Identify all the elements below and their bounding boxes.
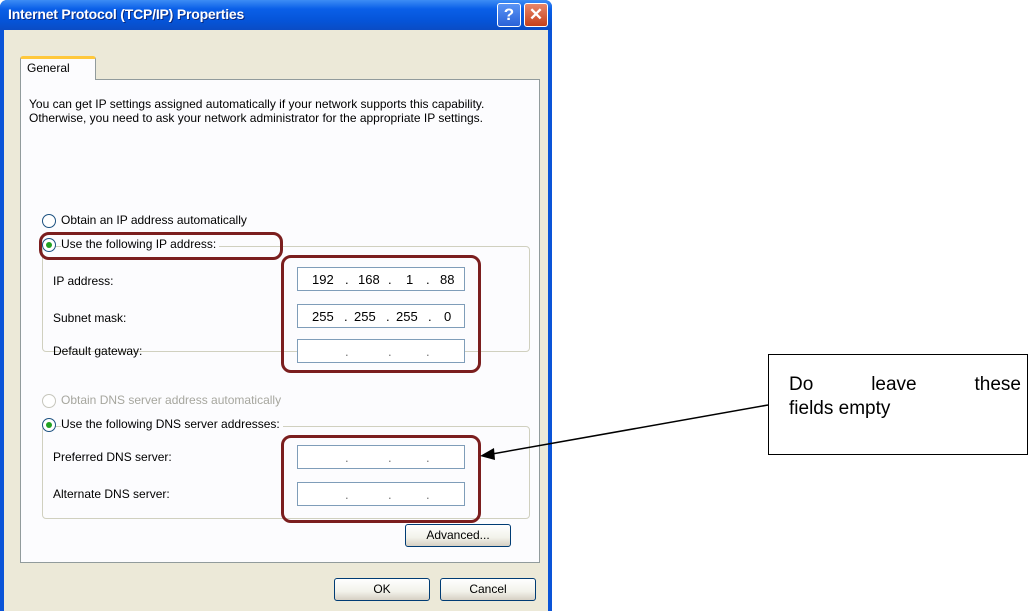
callout-word: these [974, 374, 1021, 395]
callout-line-1: Do leave these [789, 373, 1021, 397]
callout-line-2: fields empty [789, 398, 891, 419]
instruction-callout: Do leave these fields empty [768, 354, 1028, 455]
arrow-head [480, 448, 495, 460]
arrow-line [491, 404, 769, 455]
tab-general[interactable]: General [20, 56, 96, 80]
callout-arrow [480, 404, 769, 460]
callout-word: leave [871, 374, 917, 395]
callout-word: Do [789, 374, 814, 395]
